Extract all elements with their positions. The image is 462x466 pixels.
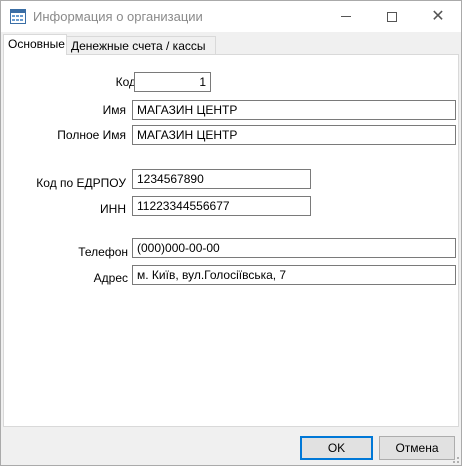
maximize-button[interactable] <box>369 1 415 32</box>
address-label: Адрес <box>93 271 128 285</box>
code-label: Код <box>115 75 136 89</box>
edrpou-label: Код по ЕДРПОУ <box>36 176 126 190</box>
window-title: Информация о организации <box>33 9 203 24</box>
minimize-icon <box>341 16 351 17</box>
close-button[interactable]: ✕ <box>415 1 461 32</box>
minimize-button[interactable] <box>323 1 369 32</box>
name-field[interactable]: МАГАЗИН ЦЕНТР <box>132 100 456 120</box>
phone-field[interactable]: (000)000-00-00 <box>132 238 456 258</box>
title-bar[interactable]: Информация о организации ✕ <box>1 1 461 32</box>
cancel-button[interactable]: Отмена <box>379 436 455 460</box>
full-name-label: Полное Имя <box>57 128 126 142</box>
name-label: Имя <box>102 103 126 117</box>
inn-label: ИНН <box>100 202 126 216</box>
maximize-icon <box>387 11 397 22</box>
tab-cash-accounts[interactable]: Денежные счета / кассы <box>67 36 216 55</box>
dialog-window: Информация о организации ✕ Основные Дене… <box>0 0 462 466</box>
phone-label: Телефон <box>78 245 128 259</box>
full-name-field[interactable]: МАГАЗИН ЦЕНТР <box>132 125 456 145</box>
close-icon: ✕ <box>431 7 445 25</box>
ok-button[interactable]: OK <box>300 436 373 460</box>
code-field[interactable]: 1 <box>134 72 211 92</box>
address-field[interactable]: м. Київ, вул.Голосіївська, 7 <box>132 265 456 285</box>
inn-field[interactable]: 11223344556677 <box>132 196 311 216</box>
tab-basic[interactable]: Основные <box>3 34 67 55</box>
edrpou-field[interactable]: 1234567890 <box>132 169 311 189</box>
table-icon <box>10 9 26 24</box>
resize-grip-icon[interactable] <box>449 453 459 463</box>
